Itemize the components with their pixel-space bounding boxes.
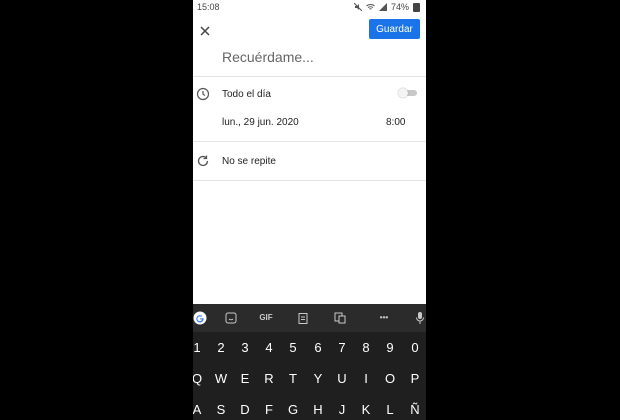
battery-icon bbox=[413, 2, 420, 12]
google-icon[interactable] bbox=[193, 310, 207, 326]
key-0[interactable]: 0 bbox=[404, 337, 426, 359]
key-ñ[interactable]: Ñ bbox=[404, 399, 426, 420]
keyboard-toolbar: GIF ••• bbox=[193, 304, 426, 332]
microphone-icon[interactable] bbox=[415, 310, 425, 326]
mute-icon bbox=[353, 3, 362, 11]
key-d[interactable]: D bbox=[234, 399, 256, 420]
letter-row-2: ASDFGHJKLÑ bbox=[193, 399, 426, 420]
close-icon[interactable] bbox=[197, 23, 213, 39]
gif-button[interactable]: GIF bbox=[257, 310, 275, 326]
key-s[interactable]: S bbox=[210, 399, 232, 420]
key-l[interactable]: L bbox=[379, 399, 401, 420]
key-5[interactable]: 5 bbox=[282, 337, 304, 359]
divider bbox=[193, 180, 426, 181]
key-4[interactable]: 4 bbox=[258, 337, 280, 359]
key-9[interactable]: 9 bbox=[379, 337, 401, 359]
repeat-option[interactable]: No se repite bbox=[222, 156, 276, 167]
key-o[interactable]: O bbox=[379, 368, 401, 390]
key-j[interactable]: J bbox=[331, 399, 353, 420]
time-field[interactable]: 8:00 bbox=[386, 117, 405, 128]
key-w[interactable]: W bbox=[210, 368, 232, 390]
divider bbox=[193, 76, 426, 77]
key-q[interactable]: Q bbox=[193, 368, 208, 390]
key-e[interactable]: E bbox=[234, 368, 256, 390]
repeat-icon bbox=[197, 155, 209, 167]
key-y[interactable]: Y bbox=[307, 368, 329, 390]
key-2[interactable]: 2 bbox=[210, 337, 232, 359]
letter-row-1: QWERTYUIOP bbox=[193, 368, 426, 390]
phone-screen: 15:08 74% Guardar Todo el día lun., 29 j bbox=[193, 0, 426, 420]
allday-toggle[interactable] bbox=[398, 88, 417, 98]
translate-icon[interactable] bbox=[334, 310, 346, 326]
sticker-icon[interactable] bbox=[225, 310, 237, 326]
title-input[interactable] bbox=[222, 46, 402, 68]
clock-icon bbox=[196, 87, 210, 101]
key-r[interactable]: R bbox=[258, 368, 280, 390]
key-1[interactable]: 1 bbox=[193, 337, 208, 359]
key-g[interactable]: G bbox=[282, 399, 304, 420]
key-7[interactable]: 7 bbox=[331, 337, 353, 359]
key-8[interactable]: 8 bbox=[355, 337, 377, 359]
key-3[interactable]: 3 bbox=[234, 337, 256, 359]
keyboard: GIF ••• 1234567890 QWERTYUIOP ASDFGHJKLÑ bbox=[193, 304, 426, 420]
number-row: 1234567890 bbox=[193, 337, 426, 359]
key-i[interactable]: I bbox=[355, 368, 377, 390]
key-t[interactable]: T bbox=[282, 368, 304, 390]
clipboard-icon[interactable] bbox=[298, 310, 308, 326]
signal-icon bbox=[378, 3, 387, 11]
status-time: 15:08 bbox=[197, 2, 220, 12]
key-u[interactable]: U bbox=[331, 368, 353, 390]
key-h[interactable]: H bbox=[307, 399, 329, 420]
date-field[interactable]: lun., 29 jun. 2020 bbox=[222, 117, 299, 128]
allday-label: Todo el día bbox=[222, 89, 271, 100]
key-k[interactable]: K bbox=[355, 399, 377, 420]
save-button[interactable]: Guardar bbox=[369, 19, 420, 39]
battery-percent: 74% bbox=[390, 2, 409, 12]
key-p[interactable]: P bbox=[404, 368, 426, 390]
key-6[interactable]: 6 bbox=[307, 337, 329, 359]
divider bbox=[193, 141, 426, 142]
wifi-icon bbox=[366, 4, 375, 10]
key-a[interactable]: A bbox=[193, 399, 208, 420]
key-f[interactable]: F bbox=[258, 399, 280, 420]
status-bar: 15:08 74% bbox=[193, 0, 426, 14]
more-button[interactable]: ••• bbox=[375, 310, 393, 326]
